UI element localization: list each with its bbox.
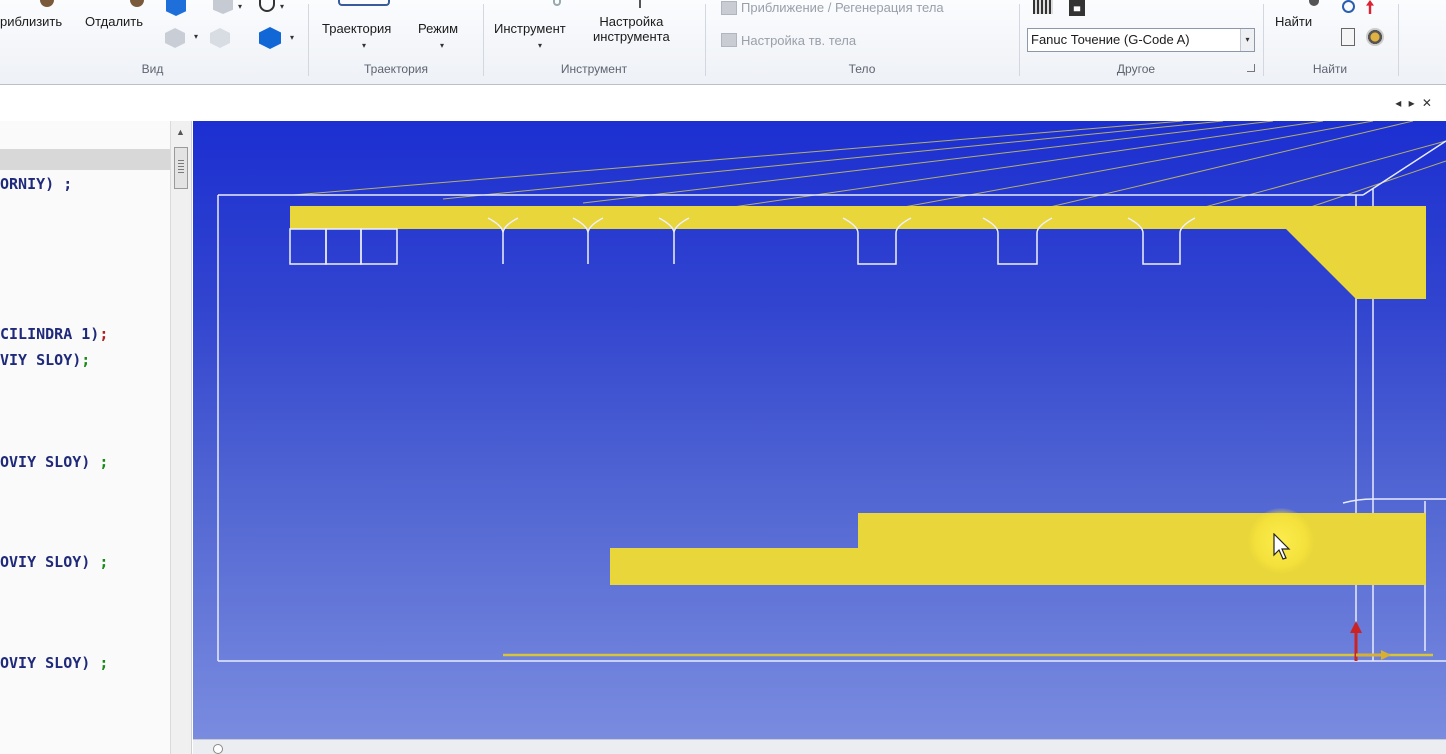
tool-icon — [553, 0, 561, 6]
zoom-in-icon — [40, 0, 54, 7]
separator — [483, 4, 484, 76]
code-vertical-scrollbar[interactable]: ▲ — [170, 121, 192, 754]
tool-button[interactable]: Инструмент — [494, 21, 566, 36]
scroll-thumb[interactable] — [213, 744, 223, 754]
rotate-dropdown-icon[interactable]: ▾ — [280, 2, 284, 11]
chevron-down-icon[interactable]: ▾ — [1240, 29, 1254, 51]
code-line[interactable]: OVIY SLOY) ; — [0, 553, 108, 571]
machine-icon[interactable] — [1033, 0, 1053, 14]
zoom-in-button[interactable]: риблизить — [0, 14, 62, 29]
separator — [1263, 4, 1264, 76]
section-view-icon[interactable] — [210, 28, 230, 48]
solid-setup-button[interactable]: Настройка тв. тела — [741, 33, 856, 48]
group-tool: Инструмент ▾ Настройка инструмента Инстр… — [485, 0, 703, 85]
perspective-lines — [292, 121, 1446, 214]
group-label-body: Тело — [848, 62, 876, 76]
mode-button[interactable]: Режим — [418, 21, 458, 36]
scroll-up-icon[interactable]: ▲ — [176, 127, 185, 137]
tool-setup-icon — [639, 0, 641, 8]
zoom-out-button[interactable]: Отдалить — [85, 14, 143, 29]
separator — [308, 4, 309, 76]
group-body: Приближение / Регенерация тела Настройка… — [707, 0, 1017, 85]
code-line[interactable]: OVIY SLOY) ; — [0, 654, 108, 672]
zoom-out-icon — [130, 0, 144, 7]
separator — [705, 4, 706, 76]
simulation-viewport[interactable] — [193, 121, 1446, 754]
group-label-view: Вид — [141, 62, 164, 76]
trajectory-dropdown-icon[interactable]: ▾ — [362, 41, 366, 50]
approx-regen-icon — [721, 1, 737, 15]
document-icon[interactable] — [1069, 0, 1085, 16]
origin-marker-icon — [1350, 621, 1391, 661]
mouse-pointer-icon — [1273, 533, 1291, 560]
find-button[interactable]: Найти — [1275, 14, 1312, 29]
separator — [1019, 4, 1020, 76]
toolpath-drawing — [217, 121, 1446, 662]
group-label-trajectory: Траектория — [364, 62, 428, 76]
solid-cube-icon[interactable] — [259, 27, 281, 49]
document-controls[interactable]: ◂ ▸ ✕ — [1395, 96, 1434, 110]
tool-setup-label-line2: инструмента — [593, 29, 670, 44]
trajectory-icon — [338, 0, 390, 6]
code-line[interactable]: ORNIY) ; — [0, 175, 72, 193]
group-find: Найти Найти — [1265, 0, 1395, 85]
rotate-icon[interactable] — [259, 0, 275, 12]
transparent-cube-icon[interactable] — [165, 28, 185, 48]
wireframe-dropdown-icon[interactable]: ▾ — [238, 2, 242, 11]
shaded-cube-icon[interactable] — [166, 0, 186, 16]
approx-regen-button[interactable]: Приближение / Регенерация тела — [741, 0, 944, 15]
wireframe-cube-icon[interactable] — [213, 0, 233, 14]
viewport-horizontal-scrollbar[interactable] — [193, 739, 1446, 754]
current-line-highlight — [0, 149, 170, 170]
code-line[interactable]: VIY SLOY); — [0, 351, 90, 369]
search-icon[interactable] — [1342, 0, 1355, 13]
mode-dropdown-icon[interactable]: ▾ — [440, 41, 444, 50]
postprocessor-value: Fanuc Точение (G-Code A) — [1031, 32, 1190, 47]
solid-setup-icon — [721, 33, 737, 47]
dialog-launcher-icon[interactable] — [1247, 64, 1255, 72]
code-line[interactable]: CILINDRA 1); — [0, 325, 108, 343]
code-line[interactable]: OVIY SLOY) ; — [0, 453, 108, 471]
scroll-thumb[interactable] — [174, 147, 188, 189]
group-label-find: Найти — [1312, 62, 1348, 76]
find-icon — [1309, 0, 1319, 6]
ribbon: риблизить Отдалить ▾ ▾ ▾ ▾ Вид Траектори… — [0, 0, 1446, 85]
tool-setup-label-line1: Настройка — [599, 14, 664, 29]
code-panel[interactable]: ORNIY) ; CILINDRA 1); VIY SLOY); OVIY SL… — [0, 121, 170, 754]
export-icon[interactable] — [1341, 28, 1355, 46]
group-view: риблизить Отдалить ▾ ▾ ▾ ▾ Вид — [0, 0, 305, 85]
arrow-up-icon[interactable] — [1366, 0, 1374, 14]
settings-icon[interactable] — [1366, 28, 1384, 46]
tool-dropdown-icon[interactable]: ▾ — [538, 41, 542, 50]
group-label-tool: Инструмент — [560, 62, 628, 76]
group-trajectory: Траектория ▾ Режим ▾ Траектория — [310, 0, 482, 85]
group-label-other: Другое — [1116, 62, 1156, 76]
postprocessor-select[interactable]: Fanuc Точение (G-Code A) ▾ — [1027, 28, 1255, 52]
tool-setup-button[interactable]: Настройка инструмента — [593, 14, 670, 44]
separator — [1398, 4, 1399, 76]
document-strip — [0, 86, 1446, 121]
transparent-dropdown-icon[interactable]: ▾ — [194, 32, 198, 41]
trajectory-button[interactable]: Траектория — [322, 21, 391, 36]
solid-dropdown-icon[interactable]: ▾ — [290, 33, 294, 42]
